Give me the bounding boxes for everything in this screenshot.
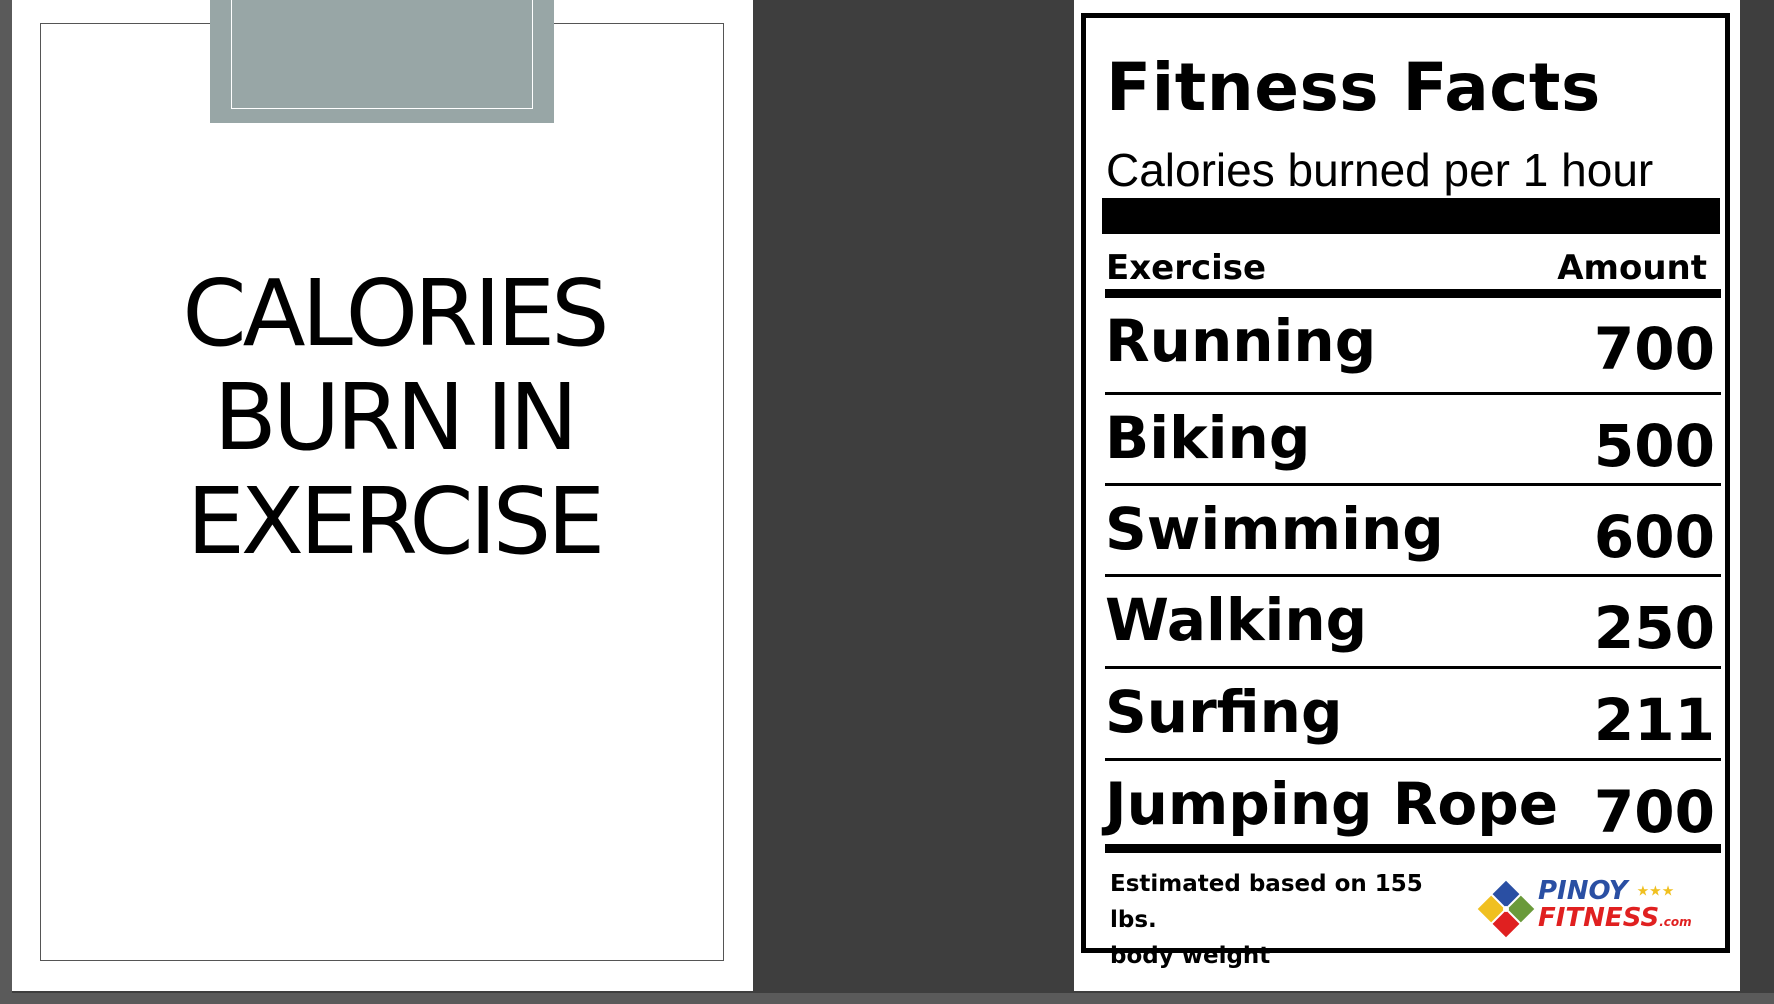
table-row: Jumping Rope 700 — [1105, 761, 1721, 853]
exercise-name: Walking — [1105, 586, 1368, 654]
decorative-tab-inner — [231, 0, 533, 109]
footer-divider — [1105, 844, 1721, 853]
logo-line-2: FITNESS — [1538, 902, 1660, 933]
logo-stars: ★★★ — [1636, 883, 1675, 900]
footnote-line-2: body weight — [1110, 943, 1271, 969]
exercise-name: Biking — [1105, 404, 1311, 472]
calorie-amount: 211 — [1593, 686, 1715, 754]
calorie-amount: 250 — [1593, 594, 1715, 662]
table-row: Surfing 211 — [1105, 669, 1721, 761]
footnote: Estimated based on 155 lbs. body weight — [1110, 866, 1460, 974]
logo-line-1: PINOY — [1538, 876, 1628, 906]
window-left-edge — [0, 0, 12, 1004]
card-title: Fitness Facts — [1106, 49, 1601, 126]
pinoy-fitness-logo: PINOY ★★★ FITNESS.com — [1476, 878, 1726, 944]
logo-diamond-icon — [1477, 880, 1535, 938]
table-row: Walking 250 — [1105, 577, 1721, 669]
calorie-amount: 600 — [1593, 503, 1715, 571]
table-row: Biking 500 — [1105, 395, 1721, 487]
column-header-amount: Amount — [1557, 248, 1707, 288]
fitness-facts-card: Fitness Facts Calories burned per 1 hour… — [1081, 13, 1730, 969]
logo-suffix: .com — [1659, 914, 1692, 929]
slide-title: CALORIES BURN IN EXERCISE — [52, 262, 736, 574]
table-row: Running 700 — [1105, 298, 1721, 390]
calorie-amount: 700 — [1593, 315, 1715, 383]
decorative-tab — [210, 0, 554, 123]
fitness-facts-slide[interactable]: Fitness Facts Calories burned per 1 hour… — [1074, 0, 1740, 991]
exercise-name: Jumping Rope — [1105, 770, 1559, 838]
column-header-exercise: Exercise — [1106, 248, 1267, 288]
exercise-name: Swimming — [1105, 495, 1444, 563]
exercise-name: Running — [1105, 307, 1377, 375]
divider-bar — [1102, 198, 1720, 234]
exercise-name: Surfing — [1105, 678, 1343, 746]
window-bottom-edge — [0, 993, 1774, 1004]
slide-title-line-1: CALORIES — [182, 260, 609, 367]
card-subtitle: Calories burned per 1 hour — [1106, 144, 1654, 196]
slide-title-line-2: BURN IN — [213, 364, 578, 471]
logo-wordmark: PINOY ★★★ FITNESS.com — [1538, 878, 1692, 935]
footnote-line-1: Estimated based on 155 lbs. — [1110, 871, 1423, 933]
header-divider — [1105, 289, 1721, 298]
table-row: Swimming 600 — [1105, 486, 1721, 578]
slide-title-line-3: EXERCISE — [186, 468, 606, 575]
calorie-amount: 500 — [1593, 412, 1715, 480]
title-slide[interactable]: CALORIES BURN IN EXERCISE — [12, 0, 753, 991]
calorie-amount: 700 — [1593, 778, 1715, 846]
